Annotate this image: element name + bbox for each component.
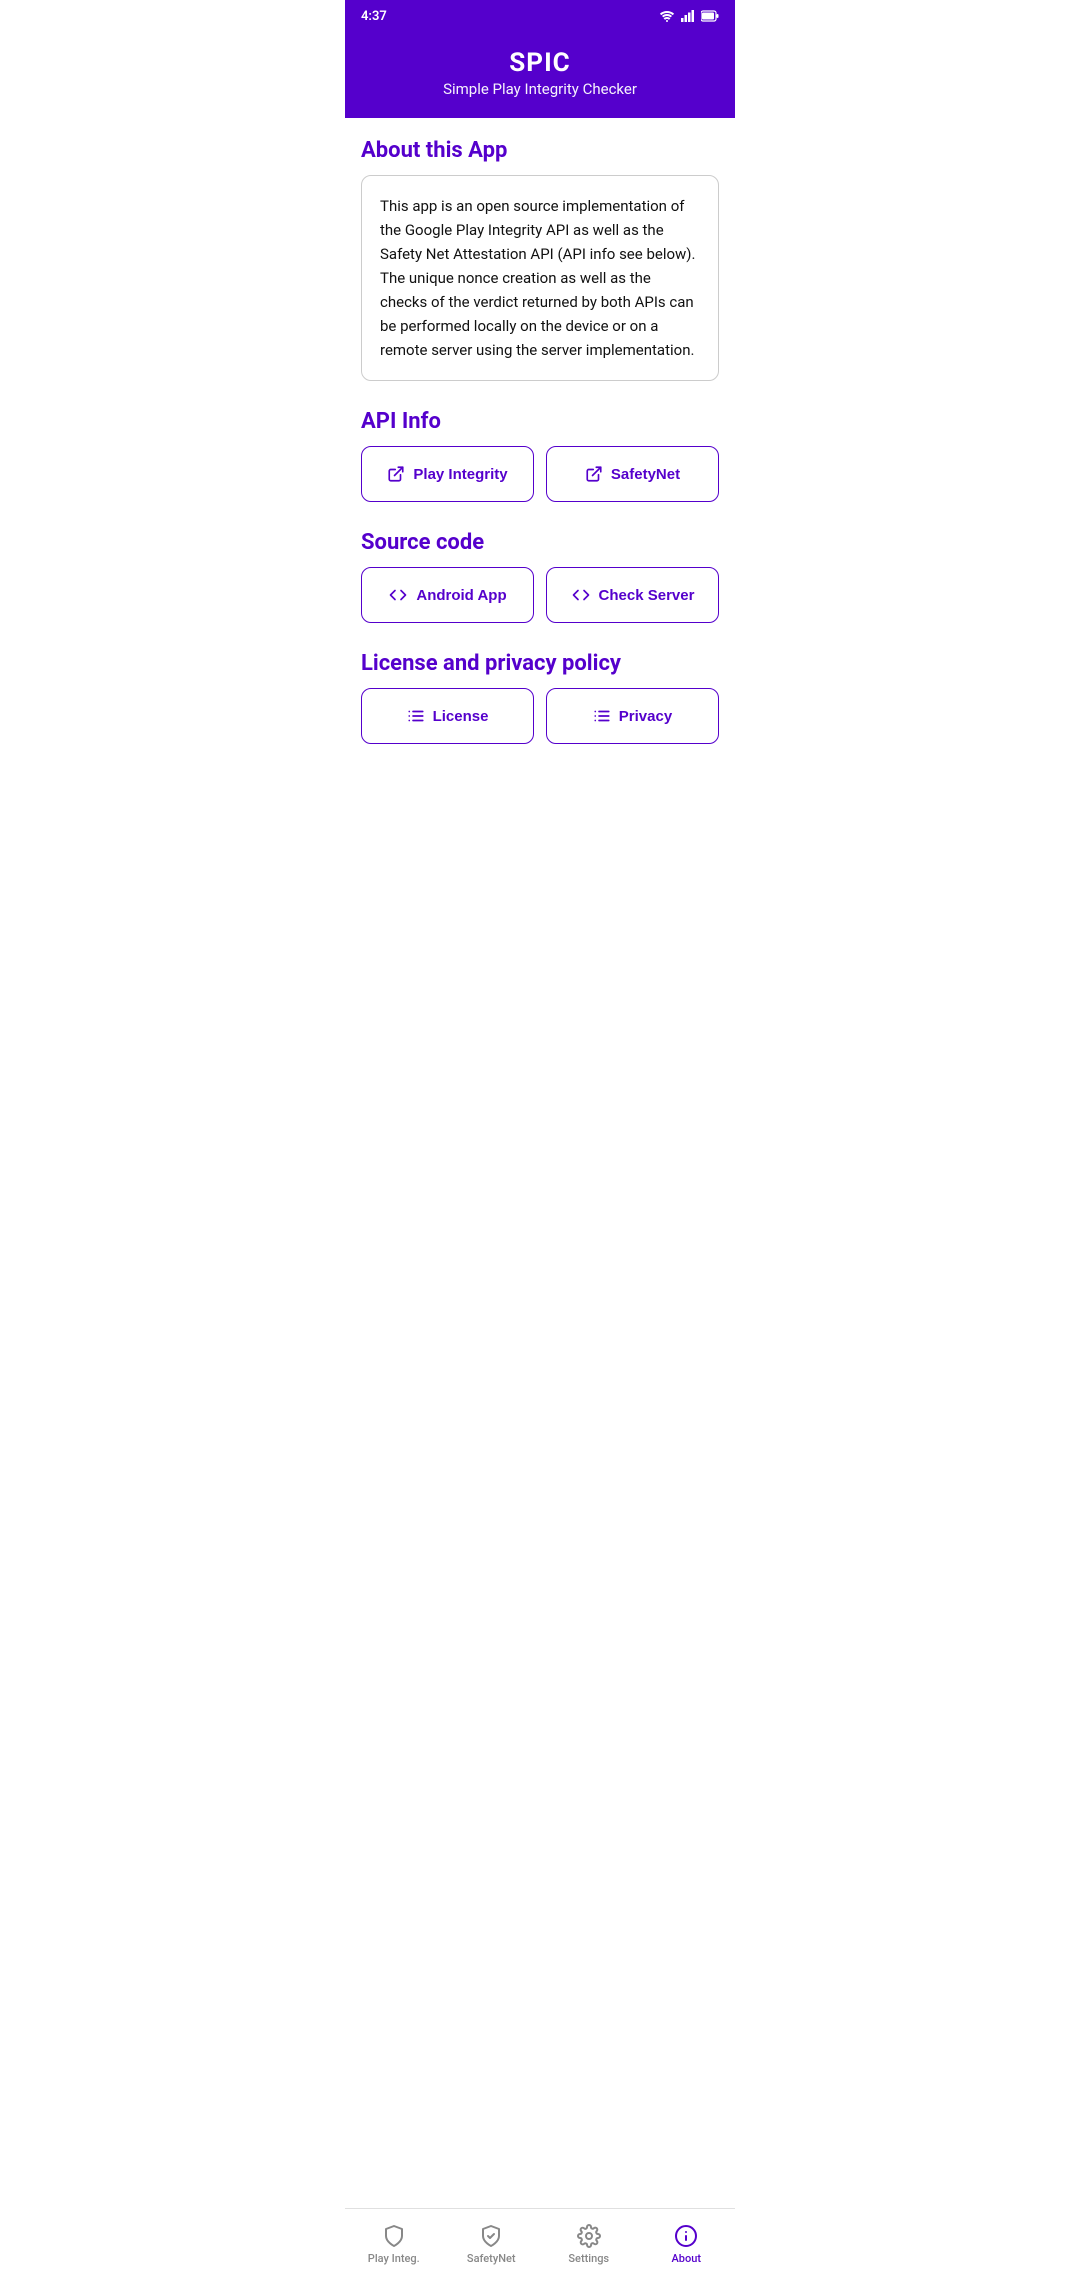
source-code-title: Source code	[361, 530, 719, 555]
nav-about[interactable]: About	[638, 2209, 736, 2280]
external-link-icon	[387, 465, 405, 483]
license-section: License and privacy policy License	[361, 651, 719, 744]
nav-info-icon	[674, 2224, 698, 2248]
source-code-section: Source code Android App Check Server	[361, 530, 719, 623]
main-content: About this App This app is an open sourc…	[345, 118, 735, 2208]
license-label: License	[433, 708, 489, 725]
nav-shield-icon	[382, 2224, 406, 2248]
nav-settings-label: Settings	[568, 2252, 609, 2265]
status-icons	[659, 10, 719, 22]
safetynet-api-label: SafetyNet	[611, 466, 680, 483]
api-info-section: API Info Play Integrity SafetyNet	[361, 409, 719, 502]
license-buttons: License Privacy	[361, 688, 719, 744]
code-icon-2	[571, 586, 591, 604]
nav-about-label: About	[672, 2252, 702, 2265]
battery-icon	[701, 10, 719, 22]
list-icon-2	[593, 707, 611, 725]
bottom-nav: Play Integ. SafetyNet Settings About	[345, 2208, 735, 2280]
signal-icon	[681, 10, 695, 22]
api-info-title: API Info	[361, 409, 719, 434]
list-icon	[407, 707, 425, 725]
privacy-button[interactable]: Privacy	[546, 688, 719, 744]
about-section: About this App This app is an open sourc…	[361, 138, 719, 381]
app-header: SPIC Simple Play Integrity Checker	[345, 32, 735, 118]
android-app-label: Android App	[416, 587, 506, 604]
play-integrity-api-label: Play Integrity	[413, 466, 507, 483]
nav-safetynet[interactable]: SafetyNet	[443, 2209, 541, 2280]
play-integrity-api-button[interactable]: Play Integrity	[361, 446, 534, 502]
safetynet-api-button[interactable]: SafetyNet	[546, 446, 719, 502]
app-title: SPIC	[361, 48, 719, 78]
privacy-label: Privacy	[619, 708, 672, 725]
status-time: 4:37	[361, 9, 387, 24]
nav-shield-check-icon	[479, 2224, 503, 2248]
source-code-buttons: Android App Check Server	[361, 567, 719, 623]
license-button[interactable]: License	[361, 688, 534, 744]
external-link-icon-2	[585, 465, 603, 483]
app-subtitle: Simple Play Integrity Checker	[361, 80, 719, 98]
nav-play-integrity-label: Play Integ.	[368, 2252, 420, 2265]
nav-settings[interactable]: Settings	[540, 2209, 638, 2280]
code-icon	[388, 586, 408, 604]
nav-safetynet-label: SafetyNet	[467, 2252, 516, 2265]
android-app-source-button[interactable]: Android App	[361, 567, 534, 623]
check-server-label: Check Server	[599, 587, 695, 604]
about-title: About this App	[361, 138, 719, 163]
nav-settings-icon	[577, 2224, 601, 2248]
about-description: This app is an open source implementatio…	[361, 175, 719, 381]
nav-play-integrity[interactable]: Play Integ.	[345, 2209, 443, 2280]
wifi-icon	[659, 10, 675, 22]
license-title: License and privacy policy	[361, 651, 719, 676]
check-server-source-button[interactable]: Check Server	[546, 567, 719, 623]
api-info-buttons: Play Integrity SafetyNet	[361, 446, 719, 502]
status-bar: 4:37	[345, 0, 735, 32]
